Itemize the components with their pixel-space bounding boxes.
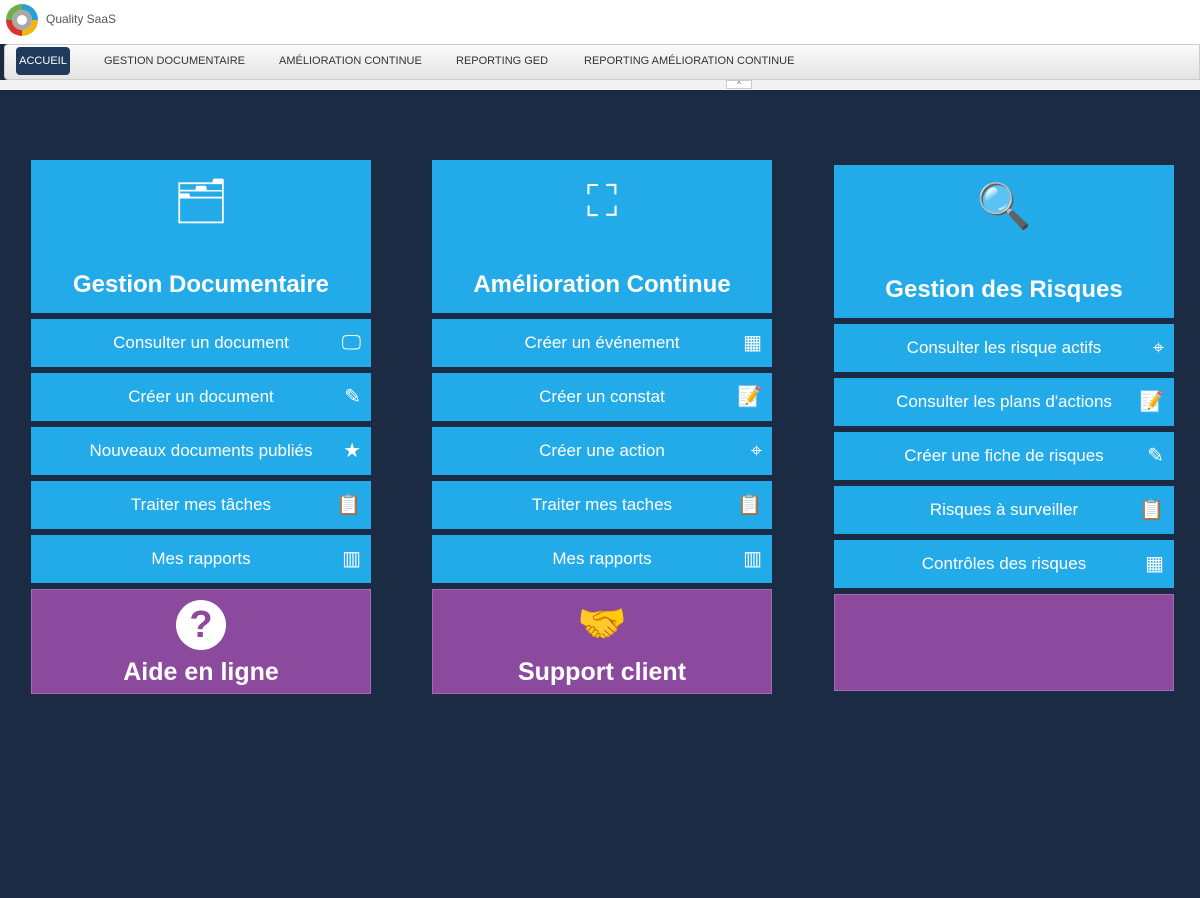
help-icon: ? [32, 600, 370, 650]
column-gestion-risques: 🔍 Gestion des Risques Consulter les risq… [834, 165, 1174, 691]
column-amelioration-continue: ⛶ Amélioration Continue Créer un événeme… [432, 160, 772, 694]
target-icon: ⌖ [750, 440, 762, 462]
row-label: Contrôles des risques [921, 554, 1087, 573]
menu-creer-evenement[interactable]: Créer un événement ▦ [432, 319, 772, 367]
clipboard-icon: 📋 [1139, 499, 1164, 521]
menu-mes-rapports[interactable]: Mes rapports ▥ [432, 535, 772, 583]
support-client-tile[interactable]: 🤝 Support client [432, 589, 772, 694]
column-gestion-documentaire: 🗂 Gestion Documentaire Consulter un docu… [31, 160, 371, 694]
empty-tile [834, 594, 1174, 691]
menu-creer-action[interactable]: Créer une action ⌖ [432, 427, 772, 475]
row-label: Consulter un document [113, 333, 289, 352]
note-icon: 📝 [737, 386, 762, 408]
row-label: Créer un document [128, 387, 274, 406]
bar-chart-icon: ▥ [342, 548, 361, 570]
row-label: Créer une fiche de risques [904, 446, 1104, 465]
row-label: Mes rapports [151, 549, 251, 568]
bar-chart-icon: ▥ [743, 548, 762, 570]
row-label: Risques à surveiller [929, 500, 1079, 519]
tile-header[interactable]: ⛶ Amélioration Continue [432, 160, 772, 313]
nav-amelioration-continue[interactable]: AMÉLIORATION CONTINUE [279, 55, 422, 67]
aide-en-ligne-tile[interactable]: ? Aide en ligne [31, 589, 371, 694]
menu-traiter-taches[interactable]: Traiter mes tâches 📋 [31, 481, 371, 529]
brand-name: Quality SaaS [46, 12, 117, 26]
tile-title: Amélioration Continue [473, 271, 731, 298]
app-header: Quality SaaS [0, 0, 1200, 44]
main-nav: ACCUEIL GESTION DOCUMENTAIRE AMÉLIORATIO… [4, 44, 1200, 80]
tile-header[interactable]: 🔍 Gestion des Risques [834, 165, 1174, 318]
tile-title: Gestion Documentaire [72, 271, 330, 298]
clipboard-icon: 📋 [737, 494, 762, 516]
row-label: Traiter mes tâches [130, 495, 272, 514]
logo-icon [6, 4, 38, 36]
row-label: Nouveaux documents publiés [89, 441, 313, 460]
tile-title: Support client [517, 658, 687, 686]
row-label: Consulter les risque actifs [906, 338, 1102, 357]
monitor-plus-icon: 🖵 [341, 332, 361, 354]
menu-consulter-risques[interactable]: Consulter les risque actifs ⌖ [834, 324, 1174, 372]
menu-creer-document[interactable]: Créer un document ✎ [31, 373, 371, 421]
collapse-toggle[interactable]: ^ [726, 80, 752, 89]
row-label: Consulter les plans d'actions [896, 392, 1112, 411]
menu-consulter-document[interactable]: Consulter un document 🖵 [31, 319, 371, 367]
row-label: Créer un événement [524, 333, 680, 352]
clipboard-icon: 📋 [336, 494, 361, 516]
menu-nouveaux-documents[interactable]: Nouveaux documents publiés ★ [31, 427, 371, 475]
row-label: Mes rapports [552, 549, 652, 568]
pencil-icon: ✎ [344, 386, 361, 408]
tile-header[interactable]: 🗂 Gestion Documentaire [31, 160, 371, 313]
tile-title: Aide en ligne [123, 658, 279, 686]
row-label: Créer une action [539, 441, 665, 460]
note-icon: 📝 [1139, 391, 1164, 413]
pencil-icon: ✎ [1147, 445, 1164, 467]
nav-reporting-ged[interactable]: REPORTING GED [456, 55, 548, 67]
menu-creer-fiche-risques[interactable]: Créer une fiche de risques ✎ [834, 432, 1174, 480]
tile-title: Gestion des Risques [885, 276, 1123, 303]
nav-strip [0, 80, 1200, 90]
handshake-icon: 🤝 [577, 602, 627, 646]
menu-controles-risques[interactable]: Contrôles des risques ▦ [834, 540, 1174, 588]
row-label: Traiter mes taches [531, 495, 673, 514]
nav-gestion-documentaire[interactable]: GESTION DOCUMENTAIRE [104, 55, 245, 67]
menu-traiter-taches[interactable]: Traiter mes taches 📋 [432, 481, 772, 529]
nav-accueil[interactable]: ACCUEIL [16, 47, 70, 75]
calendar-icon: ▦ [1145, 553, 1164, 575]
flowchart-icon: ⛶ [586, 177, 618, 226]
folder-icon: 🗂 [173, 177, 229, 226]
menu-mes-rapports[interactable]: Mes rapports ▥ [31, 535, 371, 583]
target-icon: ⌖ [1152, 337, 1164, 359]
row-label: Créer un constat [539, 387, 665, 406]
menu-plans-actions[interactable]: Consulter les plans d'actions 📝 [834, 378, 1174, 426]
search-alert-icon: 🔍 [976, 182, 1032, 231]
star-icon: ★ [343, 440, 361, 462]
calendar-icon: ▦ [743, 332, 762, 354]
nav-reporting-amelioration[interactable]: REPORTING AMÉLIORATION CONTINUE [584, 55, 794, 67]
menu-creer-constat[interactable]: Créer un constat 📝 [432, 373, 772, 421]
menu-risques-surveiller[interactable]: Risques à surveiller 📋 [834, 486, 1174, 534]
